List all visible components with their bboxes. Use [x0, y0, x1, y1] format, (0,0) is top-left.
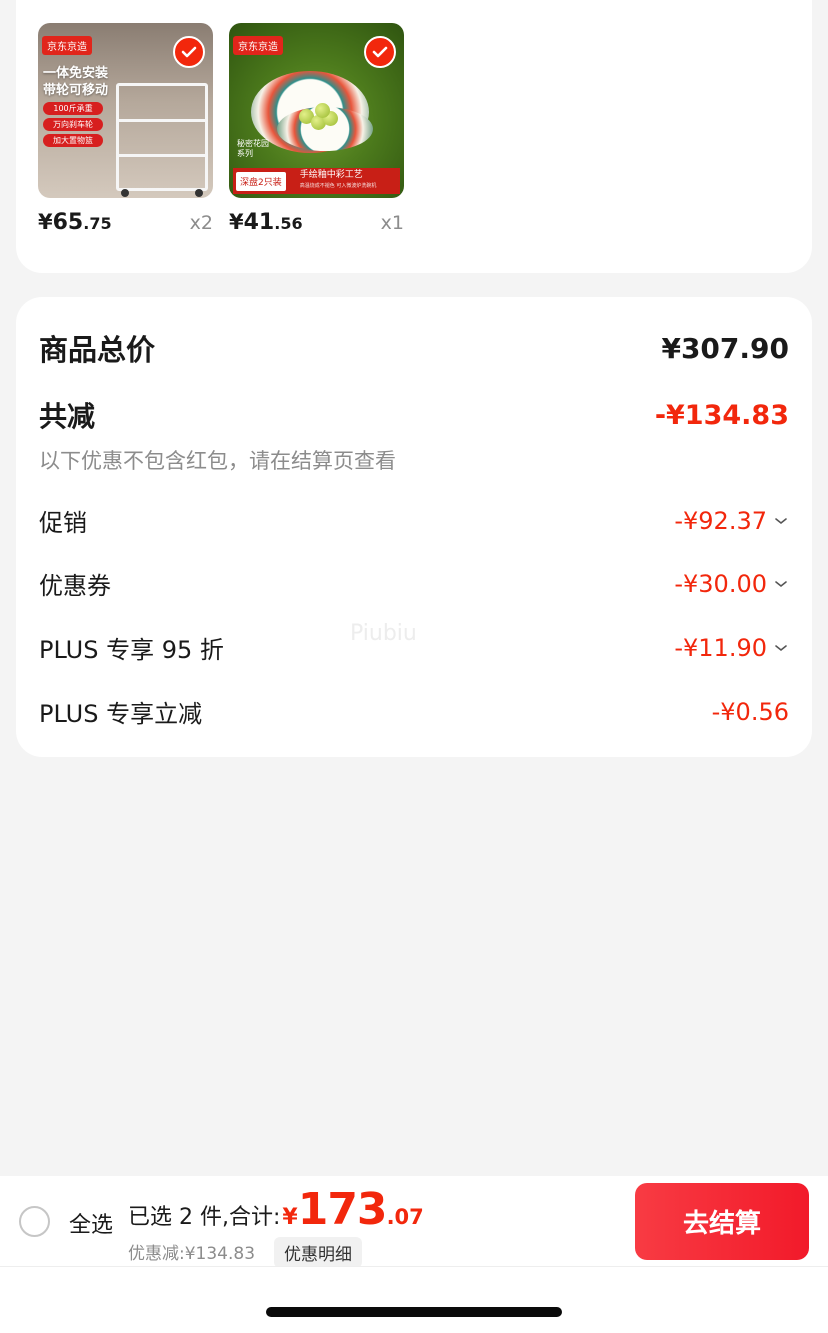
discount-hint: 以下优惠不包含红包，请在结算页查看: [39, 449, 396, 473]
product-thumbnail[interactable]: 京东京造 一体免安装 带轮可移动 100斤承重 万向刹车轮 加大置物篮: [38, 23, 213, 198]
saved-amount: 优惠减:¥134.83: [128, 1244, 256, 1264]
promo-point: 万向刹车轮: [43, 118, 103, 131]
coupon-label: 优惠券: [39, 572, 111, 600]
price-row: ¥41.56 x1: [229, 210, 404, 235]
promo-title: 带轮可移动: [43, 83, 109, 98]
product-banner: 深盘2只装 手绘釉中彩工艺 高温烧成不褪色 可入微波炉洗碗机: [233, 168, 400, 194]
product-thumbnail[interactable]: 京东京造 秘密花园 系列 深盘2只装 手绘釉中彩工艺 高温烧成不褪色 可入微波炉…: [229, 23, 404, 198]
selected-products-card: 京东京造 一体免安装 带轮可移动 100斤承重 万向刹车轮 加大置物篮 ¥65.…: [16, 0, 812, 273]
home-indicator[interactable]: [266, 1307, 562, 1317]
store-tag: 京东京造: [233, 36, 283, 55]
coupon-value: -¥30.00: [674, 569, 767, 598]
product-price: ¥41.56: [229, 210, 303, 235]
watermark: Piubiu: [350, 621, 417, 646]
series-label: 秘密花园 系列: [237, 139, 269, 158]
plus-discount-value: -¥11.90: [674, 633, 767, 662]
product-item[interactable]: 京东京造 一体免安装 带轮可移动 100斤承重 万向刹车轮 加大置物篮 ¥65.…: [38, 23, 213, 235]
discount-detail-button[interactable]: 优惠明细: [274, 1237, 362, 1268]
checked-icon[interactable]: [173, 36, 205, 68]
home-area: [0, 1267, 828, 1333]
chevron-down-icon[interactable]: [773, 513, 789, 529]
grand-total-integer: 173: [297, 1184, 388, 1235]
discount-row: 共减 -¥134.83: [39, 395, 789, 435]
product-quantity: x1: [380, 212, 404, 234]
price-row: ¥65.75 x2: [38, 210, 213, 235]
product-price: ¥65.75: [38, 210, 112, 235]
promo-title: 一体免安装: [43, 66, 109, 81]
total-row: 商品总价 ¥307.90: [39, 327, 789, 369]
coupon-row[interactable]: 优惠券 -¥30.00: [39, 566, 789, 601]
banner-text: 手绘釉中彩工艺 高温烧成不褪色 可入微波炉洗碗机: [299, 170, 377, 189]
grand-total-decimal: .07: [386, 1205, 424, 1229]
grand-total-currency: ¥: [282, 1205, 298, 1230]
promotion-label: 促销: [39, 509, 87, 537]
trolley-illustration: [116, 83, 208, 197]
promo-point: 加大置物篮: [43, 134, 103, 147]
product-quantity: x2: [189, 212, 213, 234]
checkout-button[interactable]: 去结算: [635, 1183, 809, 1260]
price-summary-card: 商品总价 ¥307.90 共减 -¥134.83 以下优惠不包含红包，请在结算页…: [16, 297, 812, 757]
plus-reduction-row: PLUS 专享立减 -¥0.56: [39, 694, 789, 729]
plus-discount-label: PLUS 专享 95 折: [39, 636, 224, 664]
promo-point: 100斤承重: [43, 102, 103, 115]
discount-value: -¥134.83: [654, 399, 789, 431]
product-item[interactable]: 京东京造 秘密花园 系列 深盘2只装 手绘釉中彩工艺 高温烧成不褪色 可入微波炉…: [229, 23, 404, 235]
plus-reduction-value: -¥0.56: [711, 697, 789, 726]
store-tag: 京东京造: [42, 36, 92, 55]
chevron-down-icon[interactable]: [773, 640, 789, 656]
select-all-label[interactable]: 全选: [69, 1207, 113, 1239]
pack-tag: 深盘2只装: [236, 171, 286, 191]
checked-icon[interactable]: [364, 36, 396, 68]
promotion-value: -¥92.37: [674, 506, 767, 535]
discount-label: 共减: [39, 400, 96, 433]
select-all-radio[interactable]: [19, 1206, 50, 1237]
plus-reduction-label: PLUS 专享立减: [39, 700, 203, 728]
chevron-down-icon[interactable]: [773, 576, 789, 592]
promo-lines: 一体免安装 带轮可移动 100斤承重 万向刹车轮 加大置物篮: [43, 65, 108, 147]
selected-count-text: 已选 2 件,合计:: [128, 1205, 281, 1230]
total-value: ¥307.90: [661, 331, 789, 365]
total-label: 商品总价: [39, 333, 156, 367]
promotion-row[interactable]: 促销 -¥92.37: [39, 503, 789, 538]
selected-summary: 已选 2 件,合计: ¥ 173 .07: [128, 1184, 424, 1235]
checkout-bar: 全选 已选 2 件,合计: ¥ 173 .07 优惠减:¥134.83 优惠明细…: [0, 1176, 828, 1268]
